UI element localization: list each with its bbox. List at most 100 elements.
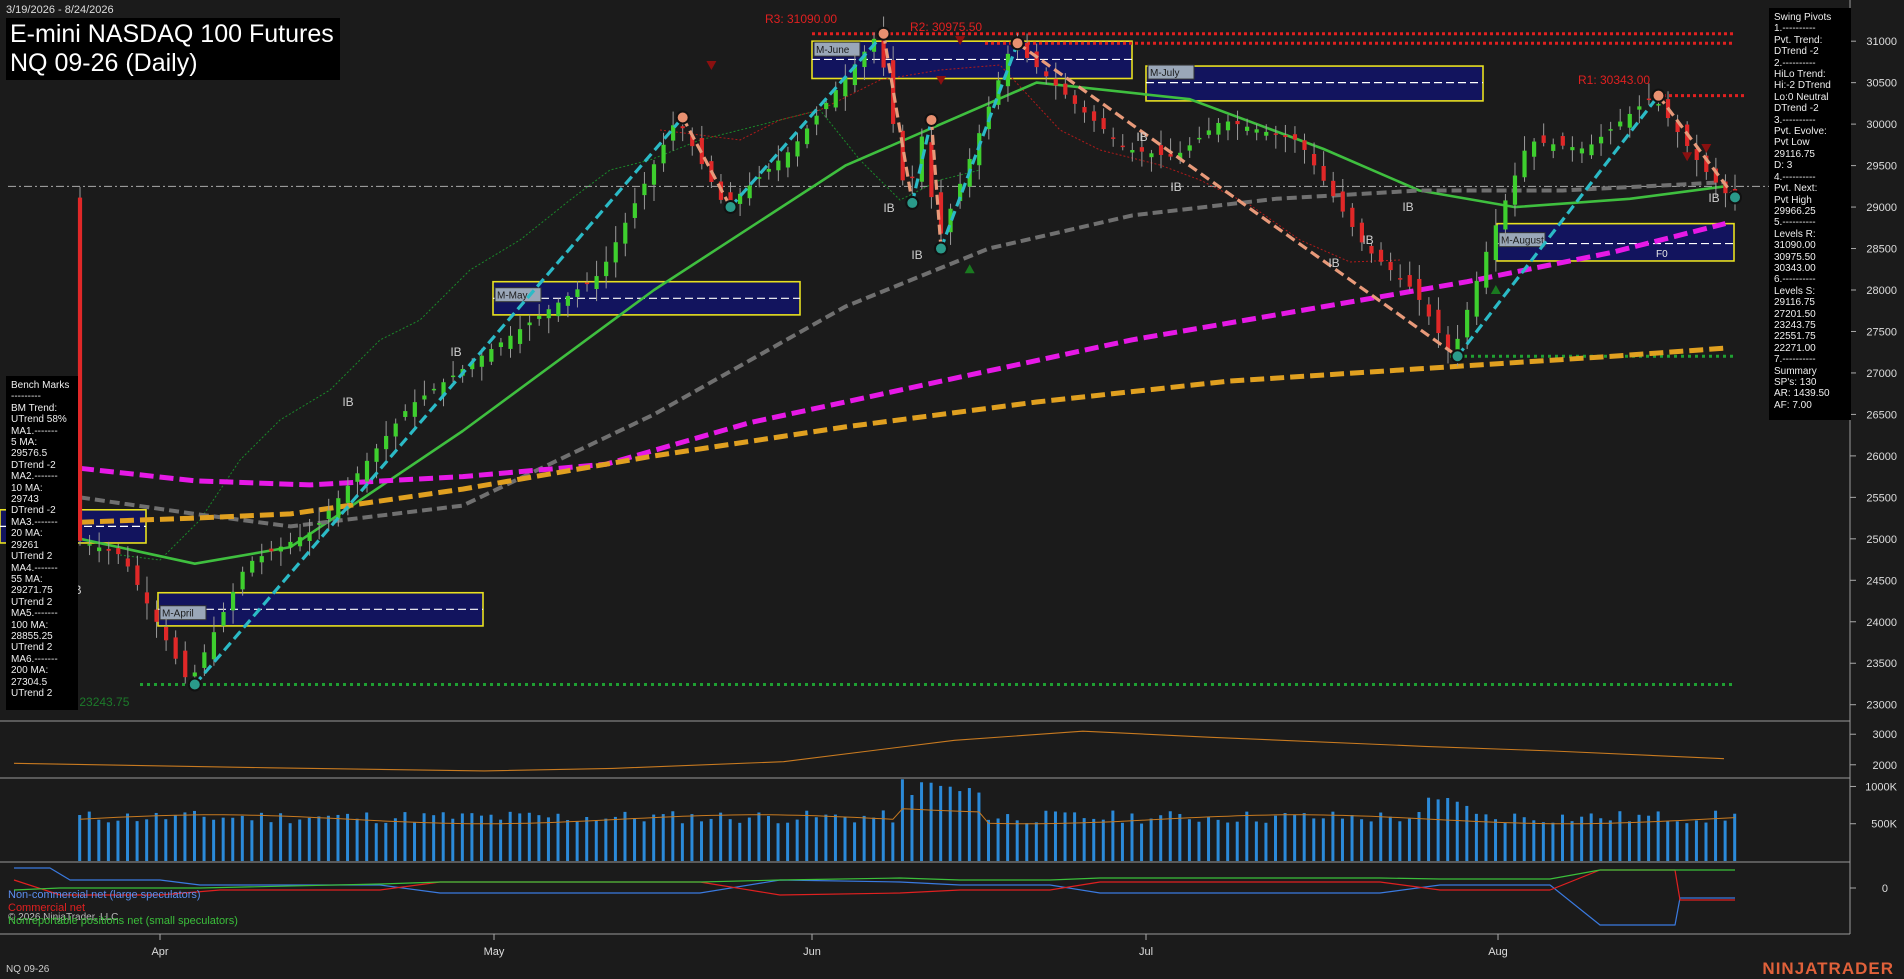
volume-bar: [1149, 818, 1153, 861]
volume-bar: [690, 814, 694, 861]
volume-bar: [384, 822, 388, 861]
pivot-marker-low: [1450, 349, 1465, 364]
volume-bar: [824, 814, 828, 861]
ma-line-200ma: [79, 345, 1726, 525]
month-label: Apr: [151, 946, 168, 958]
volume-bar: [967, 788, 971, 861]
volume-bar: [1427, 797, 1431, 861]
volume-bar: [795, 819, 799, 861]
candle-body: [1292, 134, 1298, 140]
volume-bar: [1082, 818, 1086, 861]
price-tick-label: 25500: [1866, 492, 1897, 504]
bench-mark-line: 10 MA:: [11, 482, 43, 494]
candle-body: [1579, 148, 1585, 154]
candle-body: [1082, 107, 1087, 113]
volume-bar: [604, 818, 608, 861]
candle-body: [1551, 144, 1556, 151]
swing-pivot-line: Pvt High: [1774, 194, 1812, 206]
volume-bar: [910, 795, 914, 861]
price-tick-label: 25000: [1866, 534, 1897, 546]
bench-mark-line: 55 MA:: [11, 573, 43, 585]
volume-bar: [499, 819, 503, 861]
price-tick-label: 23000: [1866, 700, 1897, 712]
volume-bar: [1407, 818, 1411, 861]
bench-mark-line: 5 MA:: [11, 437, 38, 449]
candle-body: [1197, 137, 1202, 140]
volume-bar: [1293, 814, 1297, 861]
candle-body: [604, 261, 609, 277]
volume-bar: [422, 813, 426, 861]
swing-pivots-panel: Swing Pivots 1.---------- Pvt. Trend: DTren…: [1769, 8, 1851, 420]
candle-body: [537, 315, 542, 319]
swing-pivot-line: AF: 7.00: [1774, 399, 1812, 411]
candle-body: [336, 498, 341, 519]
candle-body: [891, 60, 896, 124]
volume-bar: [192, 810, 196, 861]
volume-bar: [1494, 819, 1498, 861]
volume-bar: [1417, 811, 1421, 861]
volume-bar: [1436, 799, 1440, 861]
volume-bar: [1245, 811, 1249, 861]
candle-body: [776, 160, 781, 171]
swing-pivot-line: 27201.50: [1774, 308, 1816, 320]
candle-body: [651, 164, 657, 185]
volume-bar: [671, 811, 675, 861]
pivot-marker-low: [1728, 190, 1742, 205]
r1-label: R1: 30343.00: [1578, 73, 1650, 87]
indicator-line: [13, 730, 1725, 772]
volume-bar: [585, 816, 589, 861]
volume-bar: [1465, 805, 1469, 861]
candle-body: [154, 609, 159, 622]
volume-bar: [518, 813, 522, 861]
cot-legend-noncommercial: Non-commercial net (large speculators): [8, 889, 201, 901]
swing-pivot-line: 4.----------: [1774, 171, 1816, 183]
candle-body: [1216, 122, 1221, 135]
volume-bar: [374, 823, 378, 861]
ib-label: IB: [911, 248, 922, 262]
candle-body: [278, 546, 283, 552]
candle-body: [824, 102, 829, 110]
candle-body: [1474, 280, 1479, 317]
candle-body: [1063, 83, 1068, 95]
candle-body: [77, 197, 83, 541]
volume-bar: [1312, 818, 1316, 861]
volume-bar: [1321, 818, 1325, 861]
volume-bar: [1350, 815, 1354, 861]
candle-body: [508, 335, 513, 349]
month-label: Jun: [803, 946, 821, 958]
candle-body: [1560, 136, 1565, 146]
volume-bar: [1044, 810, 1048, 861]
swing-pivot-line: 31090.00: [1774, 240, 1816, 252]
candle-body: [1168, 153, 1173, 157]
candle-body: [1541, 135, 1546, 143]
candle-body: [680, 126, 685, 129]
candle-body: [804, 128, 810, 145]
bench-mark-line: BM Trend:: [11, 402, 58, 414]
volume-bar: [537, 815, 541, 861]
volume-bar: [613, 816, 617, 861]
candle-body: [1503, 200, 1508, 230]
instrument-title: E-mini NASDAQ 100 Futures: [10, 20, 334, 48]
swing-pivot-line: 29116.75: [1774, 148, 1815, 160]
volume-bar: [1685, 823, 1689, 861]
bench-mark-line: 27304.5: [11, 676, 48, 688]
volume-bar: [709, 818, 713, 861]
volume-bar: [1063, 812, 1067, 861]
price-tick-label: 27000: [1866, 368, 1897, 380]
candle-body: [785, 152, 791, 168]
ib-label: IB: [1136, 130, 1147, 144]
bench-mark-line: 29576.5: [11, 448, 48, 460]
volume-bar: [1053, 811, 1057, 861]
swing-pivot-line: 6.----------: [1774, 274, 1816, 286]
price-chart[interactable]: 23000 23500 24000 24500 25000 25500 26000 26500…: [0, 0, 1904, 979]
candle-body: [374, 448, 379, 462]
volume-bar: [432, 815, 436, 861]
signal-triangle-down: [935, 75, 946, 85]
volume-bar: [1216, 819, 1220, 861]
swing-pivot-line: AR: 1439.50: [1774, 388, 1830, 400]
volume-bar: [451, 818, 455, 861]
candle-body: [1378, 249, 1384, 262]
volume-bar: [145, 819, 149, 861]
candle-body: [527, 322, 532, 326]
volume-bar: [1302, 813, 1306, 861]
